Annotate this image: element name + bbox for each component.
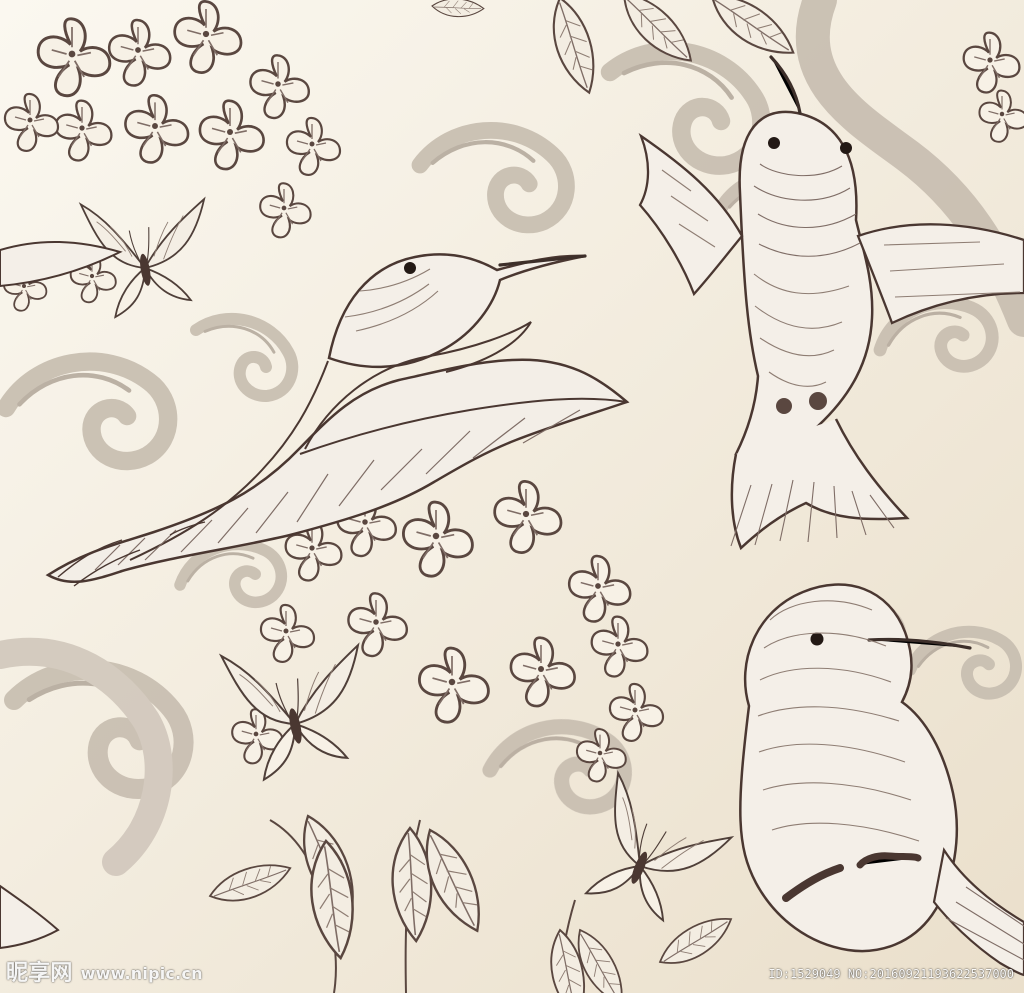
watermark-id: ID:1529049 NO:20160921193622537000 — [768, 966, 1014, 981]
hummingbird-illustration: 昵享网 www.nipic.cn ID:1529049 NO:201609211… — [0, 0, 1024, 993]
engraved-artwork — [0, 0, 1024, 993]
watermark-site: www.nipic.cn — [80, 964, 203, 983]
watermark-logo: 昵享网 www.nipic.cn — [6, 963, 203, 985]
watermark-brand: 昵享网 — [6, 961, 73, 986]
